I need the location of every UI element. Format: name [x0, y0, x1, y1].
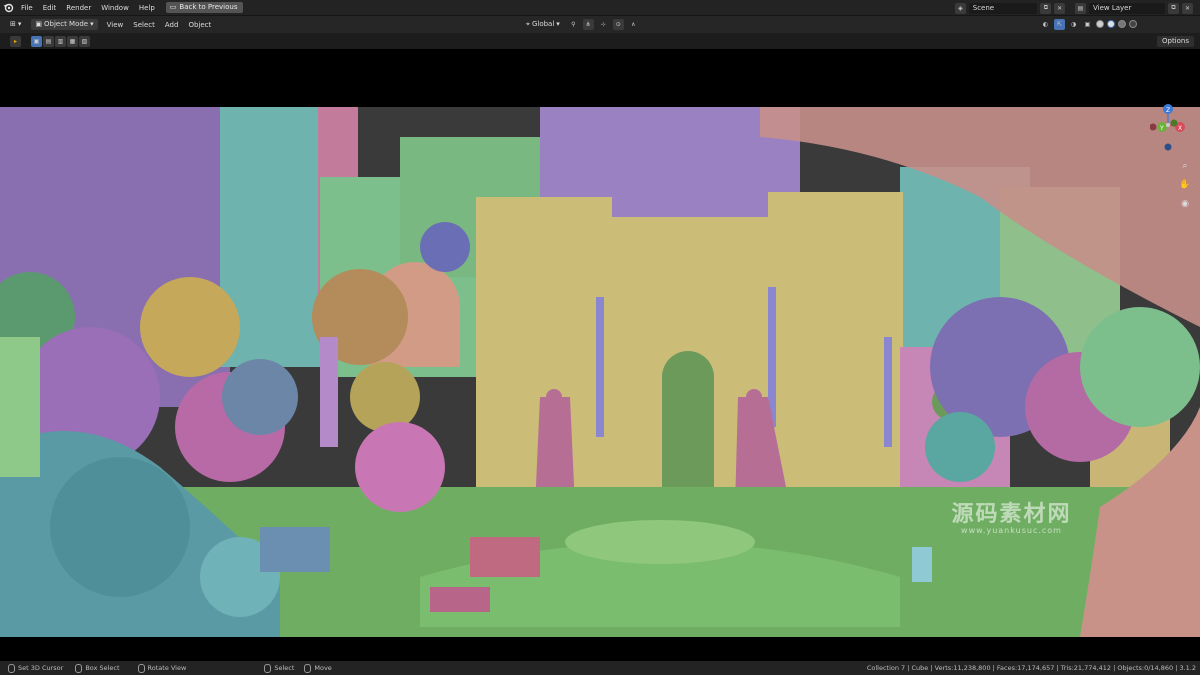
y-axis-label: Y — [1159, 125, 1164, 132]
transform-controls: ⌖ Global ▾ ⚲ ⋔ ⊹ ⊙ ∧ — [522, 18, 639, 30]
select-new-icon[interactable]: ▣ — [31, 35, 42, 47]
status-rotate-view: Rotate View — [137, 663, 187, 673]
scene-selector[interactable]: ◈ Scene ⧉ ✕ — [955, 2, 1065, 14]
menu-help[interactable]: Help — [134, 0, 160, 16]
blender-logo-icon[interactable] — [0, 0, 16, 16]
watermark: 源码素材网 www.yuankusuc.com — [924, 496, 1099, 535]
select-intersect-icon[interactable]: ▧ — [79, 35, 90, 47]
scene-name-field[interactable]: Scene — [968, 2, 1038, 14]
menu-window[interactable]: Window — [96, 0, 134, 16]
snap-icon[interactable]: ⋔ — [582, 18, 594, 30]
status-select: Select — [264, 663, 295, 673]
menu-add[interactable]: Add — [160, 21, 184, 29]
editor-type-dropdown[interactable]: ⊞ ▾ — [6, 19, 25, 30]
chevron-down-icon: ▾ — [17, 20, 22, 28]
view-layer-selector[interactable]: ▤ View Layer ⧉ ✕ — [1075, 2, 1197, 14]
x-axis-label: X — [1178, 125, 1182, 132]
mouse-drag-icon — [304, 663, 312, 673]
orientation-dropdown[interactable]: ⌖ Global ▾ — [522, 19, 564, 30]
selection-mode-group: ▣ ▤ ▥ ▦ ▧ — [31, 35, 90, 47]
object-mode-icon: ▣ — [35, 20, 43, 28]
menu-render[interactable]: Render — [61, 0, 96, 16]
watermark-url: www.yuankusuc.com — [961, 526, 1062, 535]
view-navigation-buttons: ⌕ ✋ ◉ — [1178, 159, 1194, 211]
mouse-left-icon — [8, 663, 15, 673]
menu-select[interactable]: Select — [128, 21, 160, 29]
visibility-icon[interactable]: ◐ — [1040, 19, 1051, 30]
wireframe-shading-icon[interactable] — [1096, 20, 1104, 28]
select-invert-icon[interactable]: ▦ — [67, 35, 78, 47]
options-button[interactable]: Options — [1156, 36, 1194, 47]
watermark-title: 源码素材网 — [951, 502, 1072, 527]
mouse-left-icon — [264, 663, 272, 673]
view-layer-icon: ▤ — [1075, 2, 1086, 14]
3d-viewport[interactable]: Y X Z ⌕ ✋ ◉ 源码素材网 www.yuankusuc.com — [0, 49, 1200, 661]
editor-type-icon: ⊞ — [10, 20, 16, 28]
status-set-3d-cursor: Set 3D Cursor — [8, 663, 64, 673]
neg-y-axis-handle[interactable] — [1170, 119, 1178, 127]
scene-render — [0, 107, 1200, 637]
overlay-icon[interactable]: ◑ — [1068, 19, 1079, 30]
solid-shading-icon[interactable] — [1107, 20, 1115, 28]
scene-statistics: Collection 7 | Cube | Verts:11,238,800 |… — [866, 664, 1196, 672]
object-mode-label: Object Mode — [44, 20, 89, 28]
pivot-point-icon[interactable]: ⚲ — [568, 19, 579, 30]
status-label: Rotate View — [147, 664, 187, 672]
xray-icon[interactable]: ▣ — [1082, 19, 1093, 30]
active-tool-icon[interactable]: ▸ — [10, 35, 21, 47]
object-mode-dropdown[interactable]: ▣ Object Mode ▾ — [31, 19, 98, 30]
chevron-down-icon: ▾ — [556, 19, 560, 28]
z-axis-label: Z — [1166, 107, 1170, 114]
menu-file[interactable]: File — [16, 0, 38, 16]
orientation-icon: ⌖ — [526, 19, 530, 28]
zoom-icon[interactable]: ⌕ — [1178, 159, 1192, 173]
back-to-previous-button[interactable]: ▭ Back to Previous — [165, 2, 244, 13]
top-menu-bar: File Edit Render Window Help ▭ Back to P… — [0, 0, 1200, 16]
delete-view-layer-icon[interactable]: ✕ — [1182, 2, 1193, 14]
neg-z-axis-handle[interactable] — [1164, 143, 1172, 151]
scene-icon: ◈ — [955, 2, 966, 14]
select-extend-icon[interactable]: ▤ — [43, 35, 54, 47]
camera-view-icon[interactable]: ◉ — [1178, 197, 1192, 211]
menu-edit[interactable]: Edit — [38, 0, 62, 16]
view-layer-name-field[interactable]: View Layer — [1089, 2, 1165, 14]
new-view-layer-icon[interactable]: ⧉ — [1168, 2, 1179, 14]
viewport-display-controls: ◐ ⇱ ◑ ▣ — [1040, 18, 1137, 30]
select-subtract-icon[interactable]: ▥ — [55, 35, 66, 47]
delete-scene-icon[interactable]: ✕ — [1054, 2, 1065, 14]
status-label: Select — [274, 664, 295, 672]
menu-view[interactable]: View — [102, 21, 129, 29]
new-scene-icon[interactable]: ⧉ — [1040, 2, 1052, 14]
orientation-label: Global — [531, 19, 555, 28]
screen-icon: ▭ — [169, 3, 177, 11]
menu-object[interactable]: Object — [183, 21, 216, 29]
back-to-previous-label: Back to Previous — [179, 3, 238, 11]
status-label: Move — [314, 664, 332, 672]
snap-target-icon[interactable]: ⊹ — [598, 19, 609, 30]
proportional-edit-icon[interactable]: ⊙ — [612, 18, 624, 30]
status-box-select: Box Select — [75, 663, 120, 673]
gizmo-toggle-icon[interactable]: ⇱ — [1054, 18, 1065, 30]
material-shading-icon[interactable] — [1118, 20, 1126, 28]
viewport-header: ⊞ ▾ ▣ Object Mode ▾ View Select Add Objec… — [0, 16, 1200, 33]
falloff-icon[interactable]: ∧ — [628, 19, 639, 30]
chevron-down-icon: ▾ — [90, 20, 94, 28]
status-label: Box Select — [85, 664, 120, 672]
pan-hand-icon[interactable]: ✋ — [1178, 178, 1192, 192]
status-move: Move — [304, 663, 332, 673]
mouse-drag-icon — [75, 663, 83, 673]
status-bar: Set 3D Cursor Box Select Rotate View Sel… — [0, 661, 1200, 675]
navigation-gizmo[interactable]: Y X Z — [1150, 101, 1200, 156]
tool-settings-bar: ▸ ▣ ▤ ▥ ▦ ▧ Options — [0, 33, 1200, 49]
rendered-shading-icon[interactable] — [1129, 20, 1137, 28]
mouse-middle-icon — [137, 663, 145, 673]
neg-x-axis-handle[interactable] — [1150, 123, 1157, 131]
status-label: Set 3D Cursor — [18, 664, 64, 672]
